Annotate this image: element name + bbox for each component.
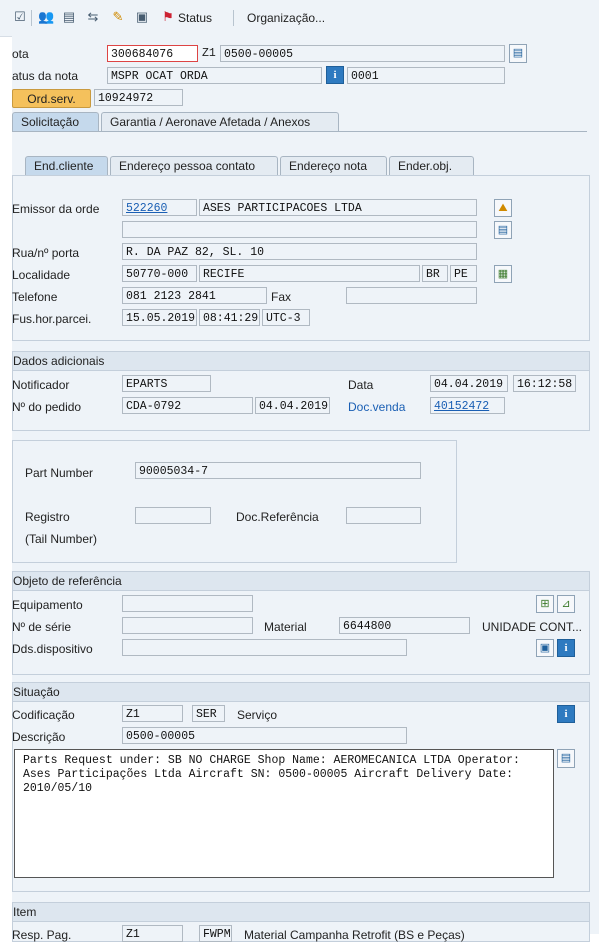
equipment-structure-icon[interactable]: ⊞ xyxy=(536,595,554,613)
status-nota-field: MSPR OCAT ORDA xyxy=(107,67,322,84)
docvenda-link[interactable]: 40152472 xyxy=(434,400,489,413)
registro-label: Registro xyxy=(25,510,70,524)
emissor-label: Emissor da orde xyxy=(12,202,100,216)
docref-label: Doc.Referência xyxy=(236,510,319,524)
emissor-name2-field xyxy=(122,221,477,238)
info-icon[interactable]: i xyxy=(557,705,575,723)
codificacao-description: Serviço xyxy=(237,708,278,722)
dds-label: Dds.dispositivo xyxy=(12,642,93,656)
application-toolbar: ☑ 👥 ▤ ⇆ ✎ ▣ ⚑ Status Organização... xyxy=(0,0,599,37)
fax-field xyxy=(346,287,477,304)
ordserv-button[interactable]: Ord.serv. xyxy=(12,89,91,108)
subtab-ender-obj[interactable]: Ender.obj. xyxy=(389,156,474,175)
rua-field: R. DA PAZ 82, SL. 10 xyxy=(122,243,477,260)
long-text-icon[interactable]: ▤ xyxy=(509,44,527,63)
descricao-field: 0500-00005 xyxy=(122,727,407,744)
hierarchy-icon[interactable]: ⊿ xyxy=(557,595,575,613)
address-card-icon[interactable]: ▦ xyxy=(494,265,512,283)
notificador-field: EPARTS xyxy=(122,375,211,392)
fus-date-field: 15.05.2019 xyxy=(122,309,197,326)
item-title: Item xyxy=(13,903,589,922)
status-button[interactable]: Status xyxy=(178,11,212,25)
pedido-date-field: 04.04.2019 xyxy=(255,397,330,414)
codificacao-label: Codificação xyxy=(12,708,75,722)
subtab-endereco-nota[interactable]: Endereço nota xyxy=(280,156,387,175)
subtab-end-cliente[interactable]: End.cliente xyxy=(25,156,108,175)
equipamento-field xyxy=(122,595,253,612)
user-doc-icon[interactable]: ▣ xyxy=(134,9,150,25)
partner-doc-icon[interactable]: ▤ xyxy=(494,221,512,239)
descricao-label: Descrição xyxy=(12,730,66,744)
status-code-field: 0001 xyxy=(347,67,505,84)
dados-title: Dados adicionais xyxy=(13,352,589,371)
check-icon[interactable]: ☑ xyxy=(12,9,28,25)
rua-label: Rua/nº porta xyxy=(12,246,80,260)
resp-label: Resp. Pag. xyxy=(12,928,72,942)
cidade-field: RECIFE xyxy=(199,265,420,282)
document-icon[interactable]: ▤ xyxy=(61,9,77,25)
notificador-label: Notificador xyxy=(12,378,70,392)
hora-field: 16:12:58 xyxy=(513,375,576,392)
ordserv-field[interactable]: 10924972 xyxy=(94,89,183,106)
pais-field: BR xyxy=(422,265,448,282)
data-label: Data xyxy=(348,378,374,392)
tab-underline xyxy=(12,131,587,132)
pedido-label: Nº do pedido xyxy=(12,400,82,414)
dds-field xyxy=(122,639,407,656)
cep-field: 50770-000 xyxy=(122,265,197,282)
codificacao-code-field: SER xyxy=(192,705,225,722)
emissor-name-field: ASES PARTICIPACOES LTDA xyxy=(199,199,477,216)
docvenda-label[interactable]: Doc.venda xyxy=(348,400,405,414)
data-field: 04.04.2019 xyxy=(430,375,508,392)
tail-number-label: (Tail Number) xyxy=(25,532,98,546)
material-description: UNIDADE CONT... xyxy=(482,620,583,634)
fus-label: Fus.hor.parcei. xyxy=(12,312,92,326)
partners-icon[interactable]: 👥 xyxy=(38,9,54,25)
transfer-icon[interactable]: ⇆ xyxy=(85,9,101,25)
status-nota-label: atus da nota xyxy=(12,69,79,83)
material-field: 6644800 xyxy=(339,617,470,634)
info-icon[interactable]: i xyxy=(326,66,344,84)
long-text-icon[interactable]: ▤ xyxy=(557,749,575,768)
tools-icon[interactable]: ✎ xyxy=(110,9,126,25)
objeto-title: Objeto de referência xyxy=(13,572,589,591)
nota-label: ota xyxy=(12,47,29,61)
toolbar-separator xyxy=(31,10,32,26)
material-label: Material xyxy=(264,620,307,634)
telefone-label: Telefone xyxy=(12,290,58,304)
fax-label: Fax xyxy=(271,290,292,304)
pedido-field: CDA-0792 xyxy=(122,397,253,414)
toolbar-separator xyxy=(233,10,234,26)
info-icon[interactable]: i xyxy=(557,639,575,657)
partner-search-icon[interactable]: ⛰ xyxy=(494,199,512,217)
telefone-field: 081 2123 2841 xyxy=(122,287,267,304)
localidade-label: Localidade xyxy=(12,268,71,282)
organizacao-button[interactable]: Organização... xyxy=(247,11,325,25)
emissor-code-link[interactable]: 522260 xyxy=(126,202,167,215)
part-number-label: Part Number xyxy=(25,466,94,480)
nota-type: Z1 xyxy=(202,47,216,60)
status-icon[interactable]: ⚑ xyxy=(160,9,176,25)
codificacao-field: Z1 xyxy=(122,705,183,722)
docref-field xyxy=(346,507,421,524)
part-number-field: 90005034-7 xyxy=(135,462,421,479)
emissor-code-field[interactable]: 522260 xyxy=(122,199,197,216)
tab-garantia[interactable]: Garantia / Aeronave Afetada / Anexos xyxy=(101,112,339,131)
device-data-icon[interactable]: ▣ xyxy=(536,639,554,657)
serie-label: Nº de série xyxy=(12,620,72,634)
serie-field xyxy=(122,617,253,634)
docvenda-field[interactable]: 40152472 xyxy=(430,397,505,414)
subtab-endereco-pessoa[interactable]: Endereço pessoa contato xyxy=(110,156,278,175)
fus-time-field: 08:41:29 xyxy=(199,309,260,326)
situacao-title: Situação xyxy=(13,683,589,702)
nota-number-field[interactable]: 300684076 xyxy=(107,45,198,62)
uf-field: PE xyxy=(450,265,477,282)
registro-field xyxy=(135,507,211,524)
equipamento-label: Equipamento xyxy=(12,598,83,612)
long-text-area[interactable]: Parts Request under: SB NO CHARGE Shop N… xyxy=(14,749,554,878)
fus-tz-field: UTC-3 xyxy=(262,309,310,326)
tab-solicitacao[interactable]: Solicitação xyxy=(12,112,99,131)
resp-description: Material Campanha Retrofit (BS e Peças) xyxy=(244,928,465,942)
nota-description-field[interactable]: 0500-00005 xyxy=(220,45,505,62)
